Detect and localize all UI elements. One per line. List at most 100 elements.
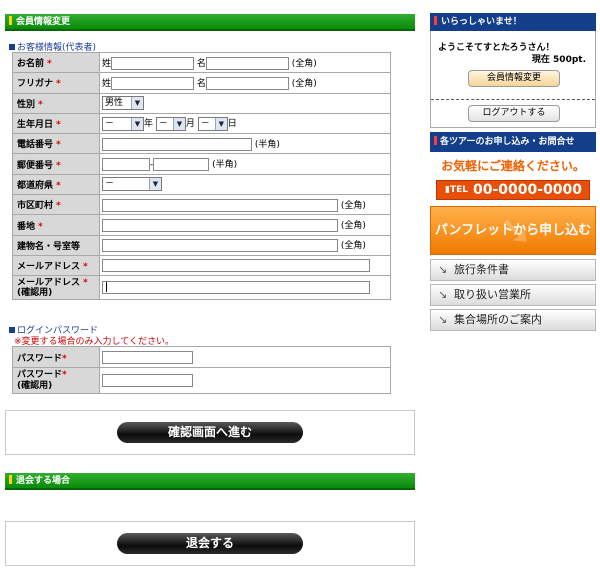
points-balance: 現在 500pt. <box>531 55 586 65</box>
pamphlet-apply-label: パンフレットから申し込む <box>434 223 592 238</box>
section-marker <box>434 136 437 145</box>
row-birthday: 生年月日 * － ▼ 年 － ▼ 月 － ▼ 日 <box>12 112 391 135</box>
square-bullet-icon <box>9 327 15 333</box>
corner-arrow-icon: ↘ <box>438 313 448 326</box>
prefecture-select[interactable]: － ▼ <box>102 177 162 192</box>
birth-day-select[interactable]: － ▼ <box>197 116 228 131</box>
phone-banner[interactable]: ▮TEL 00-0000-0000 <box>436 180 590 200</box>
confirm-button-panel: 確認画面へ進む <box>5 410 415 455</box>
label-password: パスワード* <box>12 346 100 368</box>
confirm-button[interactable]: 確認画面へ進む <box>117 422 303 443</box>
email-confirm-input[interactable] <box>102 281 370 295</box>
row-address: 番地 * (全角) <box>12 214 391 236</box>
row-postal: 郵便番号 * - (半角) <box>12 153 391 175</box>
password-confirm-input[interactable] <box>102 374 193 387</box>
section-title: 退会する場合 <box>16 476 71 486</box>
row-gender: 性別 * 男性 ▼ <box>12 92 391 114</box>
hankaku-note: (半角) <box>212 160 238 171</box>
corner-arrow-icon: ↘ <box>438 263 448 276</box>
label-building: 建物名・号室等 <box>12 234 100 256</box>
birth-year-select[interactable]: － ▼ <box>102 116 144 131</box>
row-email-confirm: メールアドレス * (確認用) <box>12 275 391 301</box>
row-building: 建物名・号室等 (全角) <box>12 234 391 256</box>
tel-number: 00-0000-0000 <box>473 182 583 198</box>
label-phone: 電話番号 * <box>12 133 100 155</box>
member-info-change-button[interactable]: 会員情報変更 <box>468 70 560 87</box>
address-input[interactable] <box>102 219 338 233</box>
birth-month-select[interactable]: － ▼ <box>155 116 186 131</box>
tour-inquiry-title: 各ツアーのお申し込み・お問合せ <box>440 137 575 147</box>
welcome-header: いらっしゃいませ！ <box>430 13 596 31</box>
withdraw-button-panel: 退会する <box>5 521 415 566</box>
hankaku-note: (半角) <box>254 139 280 150</box>
zenkaku-note: (全角) <box>291 58 317 69</box>
row-phone: 電話番号 * (半角) <box>12 133 391 155</box>
pamphlet-apply-button[interactable]: ➘ パンフレットから申し込む <box>430 206 596 255</box>
label-address: 番地 * <box>12 214 100 236</box>
label-email: メールアドレス * <box>12 254 100 277</box>
row-furigana: フリガナ * 姓 名 (全角) <box>12 72 391 94</box>
row-email: メールアドレス * <box>12 254 391 277</box>
label-postal: 郵便番号 * <box>12 153 100 175</box>
chevron-down-icon: ▼ <box>131 97 143 110</box>
tel-label: ▮TEL <box>445 185 468 195</box>
postal-code-second-input[interactable] <box>153 158 210 172</box>
nav-meeting-place[interactable]: ↘ 集合場所のご案内 <box>430 309 596 331</box>
logout-button[interactable]: ログアウトする <box>468 105 560 122</box>
nav-sales-offices[interactable]: ↘ 取り扱い営業所 <box>430 284 596 306</box>
row-password-confirm: パスワード* (確認用) <box>12 367 391 394</box>
password-input[interactable] <box>102 350 193 364</box>
section-marker <box>434 16 437 25</box>
gender-select[interactable]: 男性 ▼ <box>102 96 144 111</box>
zenkaku-note: (全角) <box>340 200 366 211</box>
label-password-confirm: パスワード* (確認用) <box>12 367 100 394</box>
zenkaku-note: (全角) <box>291 78 317 89</box>
mei-label: 名 <box>196 58 206 69</box>
row-password: パスワード* <box>12 346 391 368</box>
text-cursor <box>106 282 107 293</box>
zenkaku-note: (全角) <box>340 221 366 232</box>
chevron-down-icon: ▼ <box>214 117 227 130</box>
label-email-confirm: メールアドレス * (確認用) <box>12 275 100 301</box>
label-gender: 性別 * <box>12 92 100 114</box>
chevron-down-icon: ▼ <box>131 117 143 130</box>
email-input[interactable] <box>102 259 370 273</box>
mei-label: 名 <box>196 78 206 89</box>
section-marker <box>9 475 12 484</box>
building-input[interactable] <box>102 239 338 253</box>
label-prefecture: 都道府県 * <box>12 173 100 196</box>
section-title: 会員情報変更 <box>16 17 71 27</box>
label-name: お名前 * <box>12 51 100 74</box>
zenkaku-note: (全角) <box>340 241 366 252</box>
contact-message: お気軽にご連絡ください。 <box>441 159 585 173</box>
nav-travel-conditions[interactable]: ↘ 旅行条件書 <box>430 259 596 281</box>
sei-label: 姓 <box>102 78 112 89</box>
label-furigana: フリガナ * <box>12 72 100 94</box>
corner-arrow-icon: ↘ <box>438 288 448 301</box>
welcome-panel: ようこそてすとたろうさん！ 現在 500pt. 会員情報変更 ログアウトする <box>430 31 596 128</box>
chevron-down-icon: ▼ <box>172 117 185 130</box>
last-name-input[interactable] <box>111 56 195 70</box>
section-marker <box>9 16 12 25</box>
welcome-title: いらっしゃいませ！ <box>441 17 522 27</box>
password-form-table: パスワード* パスワード* (確認用) <box>12 346 391 394</box>
chevron-down-icon: ▼ <box>149 178 161 191</box>
tour-inquiry-header: 各ツアーのお申し込み・お問合せ <box>430 132 596 152</box>
square-bullet-icon <box>9 44 15 50</box>
section-header-member-info: 会員情報変更 <box>5 14 415 31</box>
sei-label: 姓 <box>102 58 112 69</box>
row-prefecture: 都道府県 * － ▼ <box>12 173 391 196</box>
withdraw-button[interactable]: 退会する <box>117 533 303 554</box>
divider <box>431 99 595 100</box>
first-name-kana-input[interactable] <box>205 76 289 90</box>
city-input[interactable] <box>102 198 338 212</box>
phone-input[interactable] <box>102 137 252 151</box>
first-name-input[interactable] <box>205 56 289 70</box>
row-city: 市区町村 * (全角) <box>12 194 391 216</box>
customer-form-table: お名前 * 姓 名 (全角) フリガナ * 姓 名 (全角) 性別 * 男性 ▼ 生年月… <box>12 51 391 301</box>
label-birthday: 生年月日 * <box>12 112 100 135</box>
postal-code-first-input[interactable] <box>102 158 150 172</box>
section-header-withdraw: 退会する場合 <box>5 473 415 490</box>
last-name-kana-input[interactable] <box>111 76 195 90</box>
label-city: 市区町村 * <box>12 194 100 216</box>
